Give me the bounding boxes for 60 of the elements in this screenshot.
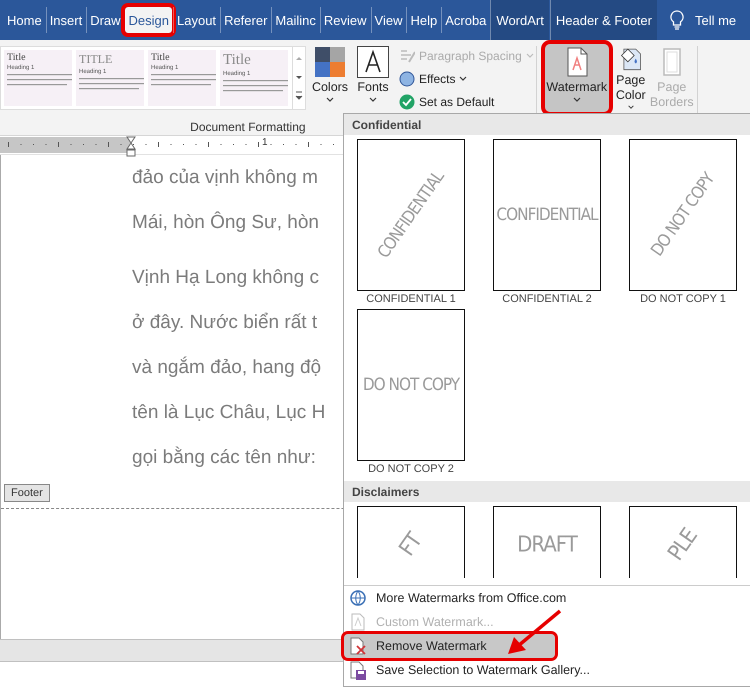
style-title: Title xyxy=(7,52,27,63)
ribbon-tab[interactable]: Review xyxy=(320,7,370,33)
caret-icon xyxy=(572,97,581,103)
document-text-line: và ngắm đảo, hang độ xyxy=(132,356,322,380)
document-text-line: Mái, hòn Ông Sư, hòn xyxy=(132,210,319,235)
lightbulb-icon xyxy=(670,10,684,30)
ribbon-tab[interactable]: Header & Footer xyxy=(550,0,657,40)
menu-item[interactable]: More Watermarks from Office.com xyxy=(344,586,750,610)
ribbon-tab[interactable]: Insert xyxy=(46,7,86,33)
menu-item[interactable]: Save Selection to Watermark Gallery... xyxy=(344,658,750,682)
ribbon-tab[interactable]: WordArt xyxy=(490,0,549,40)
page-color-button[interactable]: Page Color xyxy=(612,44,650,112)
document-text-line: Vịnh Hạ Long không c xyxy=(132,266,319,290)
watermark-sample-text: PLE xyxy=(663,524,703,566)
thumbnail-label: CONFIDENTIAL 2 xyxy=(502,293,592,305)
ribbon-tab[interactable]: Layout xyxy=(173,7,220,33)
tell-me-search[interactable]: Tell me xyxy=(694,12,736,28)
ribbon-tab[interactable]: Help xyxy=(406,7,440,33)
caret-icon xyxy=(326,97,334,103)
ribbon-tab[interactable]: Acroba xyxy=(441,7,490,33)
menu-item[interactable]: Remove Watermark xyxy=(344,634,555,658)
document-text-line: đảo của vịnh không m xyxy=(132,166,318,190)
page-x-icon xyxy=(348,636,368,656)
ribbon-tab[interactable]: Referer xyxy=(220,7,270,33)
effects-button[interactable]: Effects xyxy=(397,69,470,88)
page-disk-icon xyxy=(348,660,368,680)
style-title: Title xyxy=(151,52,171,63)
caret-icon xyxy=(459,76,468,82)
watermark-button[interactable]: Watermark xyxy=(544,44,609,112)
thumbnail-label: CONFIDENTIAL 1 xyxy=(366,293,456,305)
document-text-line: gọi bằng các tên như: xyxy=(132,446,316,470)
circle-icon xyxy=(399,70,415,86)
thumbnail-label: DO NOT COPY 1 xyxy=(640,293,726,305)
ribbon-tab[interactable]: Home xyxy=(4,7,45,33)
watermark-sample-text: CONFIDENTIAL xyxy=(496,205,598,225)
ruler-number: 1 xyxy=(262,137,268,148)
ribbon-tab[interactable]: View xyxy=(370,7,406,33)
caret-icon xyxy=(369,97,377,103)
section-header: Disclaimers xyxy=(344,481,750,502)
watermark-sample-text: FT xyxy=(394,529,428,561)
style-title: TITLE xyxy=(79,52,114,67)
ribbon-tab[interactable]: Mailinc xyxy=(271,7,319,33)
group-label: Document Formatting xyxy=(190,120,306,134)
globe-icon xyxy=(348,588,368,608)
watermark-sample-text: DRAFT xyxy=(517,532,577,558)
footer-tag: Footer xyxy=(4,484,50,502)
thumbnail-label: DO NOT COPY 2 xyxy=(368,463,454,475)
letter-a-icon xyxy=(357,46,389,78)
check-icon xyxy=(399,94,415,110)
document-text-line: ở đây. Nước biển rất t xyxy=(132,311,318,335)
style-title: Title xyxy=(223,52,252,69)
caret-icon xyxy=(526,52,534,58)
set-as-default-button[interactable]: Set as Default xyxy=(397,92,496,111)
document-text-line: tên là Lục Châu, Lục H xyxy=(132,401,326,425)
spacing-icon xyxy=(399,48,415,64)
gallery-scrollbar[interactable] xyxy=(292,47,305,109)
watermark-sample-text: DO NOT COPY xyxy=(362,375,460,395)
color-swatches-icon xyxy=(314,46,346,78)
caret-icon xyxy=(626,105,635,110)
section-header: Confidential xyxy=(344,114,750,135)
